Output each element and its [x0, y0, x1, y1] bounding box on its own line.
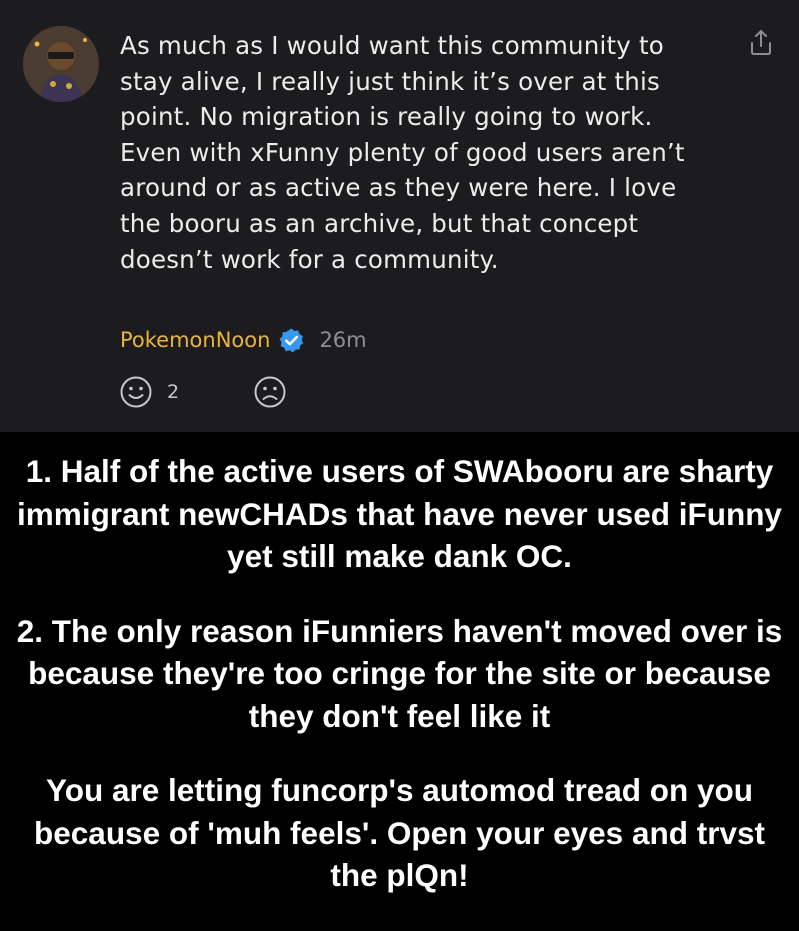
smile-icon — [120, 376, 152, 408]
share-icon[interactable] — [747, 28, 775, 58]
caption-paragraph-3: You are letting funcorp's automod tread … — [34, 772, 765, 893]
screenshot: As much as I would want this community t… — [0, 0, 799, 931]
frown-reaction-button[interactable] — [253, 375, 287, 409]
author-name[interactable]: PokemonNoon — [120, 328, 270, 352]
frown-icon — [254, 376, 286, 408]
comment-timestamp: 26m — [319, 328, 367, 352]
comment-text: As much as I would want this community t… — [120, 31, 685, 274]
smile-count: 2 — [167, 381, 180, 403]
verified-badge-icon — [278, 327, 305, 354]
meme-caption: 1. Half of the active users of SWAbooru … — [10, 450, 789, 897]
avatar-image — [23, 26, 99, 102]
caption-paragraph-1: 1. Half of the active users of SWAbooru … — [17, 453, 782, 574]
comment-card: As much as I would want this community t… — [0, 0, 799, 432]
comment-meta: PokemonNoon 26m — [120, 320, 367, 360]
smile-reaction-button[interactable]: 2 — [119, 375, 179, 409]
user-avatar[interactable] — [23, 26, 99, 102]
caption-paragraph-2: 2. The only reason iFunniers haven't mov… — [16, 612, 783, 734]
